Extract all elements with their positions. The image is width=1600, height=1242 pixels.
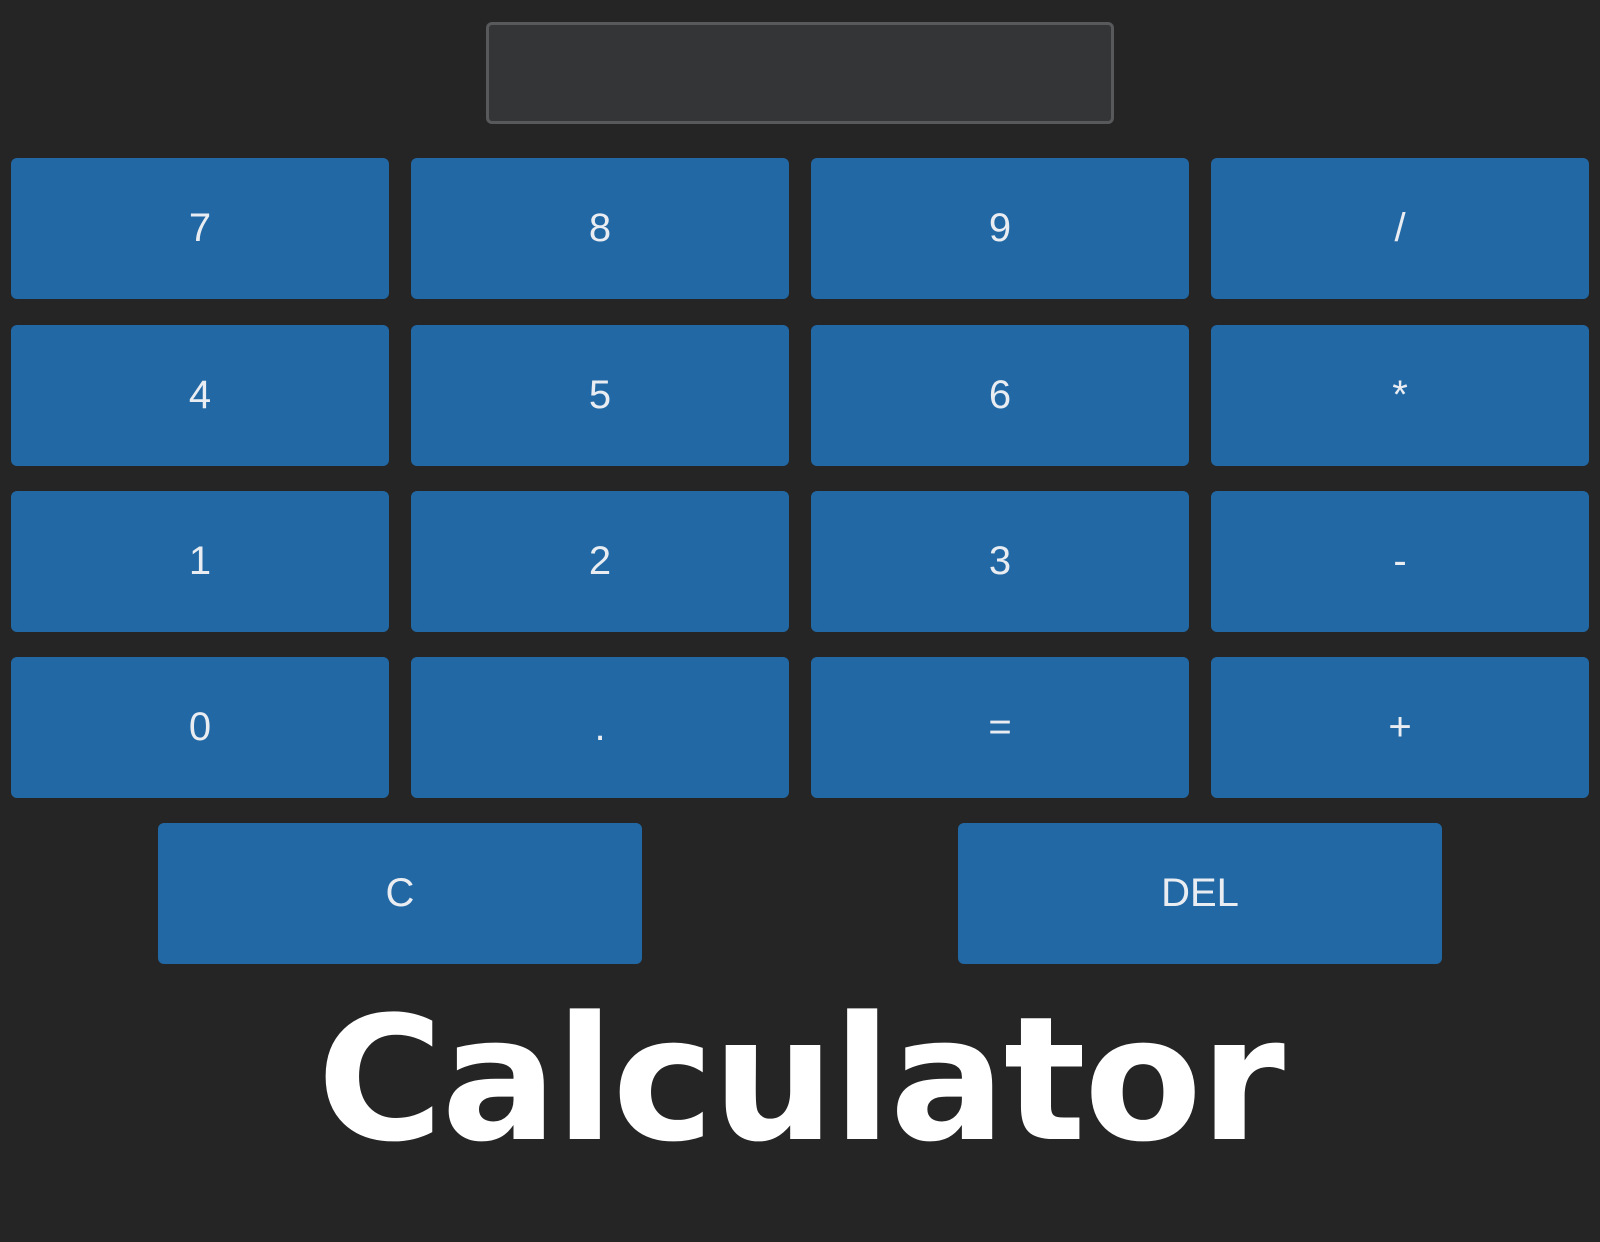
app-title: Calculator: [317, 979, 1285, 1180]
multiply-button[interactable]: *: [1211, 325, 1589, 466]
equals-button[interactable]: =: [811, 657, 1189, 798]
key-5-button[interactable]: 5: [411, 325, 789, 466]
delete-button[interactable]: DEL: [958, 823, 1442, 964]
subtract-button[interactable]: -: [1211, 491, 1589, 632]
key-2-button[interactable]: 2: [411, 491, 789, 632]
calculator-display[interactable]: [486, 22, 1114, 124]
clear-button[interactable]: C: [158, 823, 642, 964]
key-6-button[interactable]: 6: [811, 325, 1189, 466]
key-7-button[interactable]: 7: [11, 158, 389, 299]
decimal-button[interactable]: .: [411, 657, 789, 798]
divide-button[interactable]: /: [1211, 158, 1589, 299]
key-9-button[interactable]: 9: [811, 158, 1189, 299]
key-3-button[interactable]: 3: [811, 491, 1189, 632]
key-1-button[interactable]: 1: [11, 491, 389, 632]
key-4-button[interactable]: 4: [11, 325, 389, 466]
key-8-button[interactable]: 8: [411, 158, 789, 299]
key-0-button[interactable]: 0: [11, 657, 389, 798]
add-button[interactable]: +: [1211, 657, 1589, 798]
